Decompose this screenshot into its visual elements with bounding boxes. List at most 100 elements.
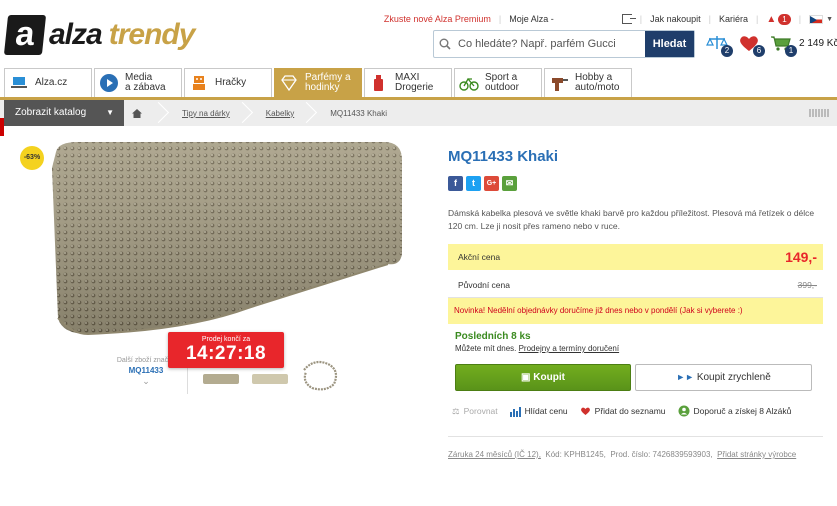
diamond-icon — [281, 75, 297, 92]
compare-count: 2 — [721, 45, 733, 57]
maker-page-link[interactable]: Přidat stránky výrobce — [717, 450, 796, 459]
buy-button[interactable]: ▣ Koupit — [455, 364, 631, 391]
drill-icon — [552, 78, 568, 91]
sale-countdown: Prodej končí za 14:27:18 — [168, 332, 284, 368]
add-to-list-label: Přidat do seznamu — [594, 406, 666, 416]
search-input[interactable] — [456, 31, 645, 57]
facebook-icon[interactable]: f — [448, 176, 463, 191]
product-meta: Záruka 24 měsíců (IČ 12), Kód: KPHB1245,… — [448, 449, 828, 460]
double-arrow-icon: ►► — [676, 372, 695, 382]
breadcrumb-gift-tips[interactable]: Tipy na dárky — [160, 100, 244, 126]
chart-icon — [509, 406, 521, 417]
twitter-icon[interactable]: t — [466, 176, 481, 191]
home-icon[interactable] — [124, 100, 160, 126]
logo-trendy-text: trendy — [108, 18, 196, 51]
product-title: MQ11433 Khaki — [448, 148, 559, 165]
tab-toys[interactable]: Hračky — [184, 68, 272, 97]
action-price-value: 149,- — [785, 249, 817, 265]
product-image[interactable] — [48, 138, 404, 338]
tab-label: Sport a outdoor — [485, 72, 519, 93]
search-icon — [434, 31, 456, 57]
chevron-down-icon: ▼ — [826, 15, 833, 23]
chevron-down-icon: ▼ — [106, 108, 114, 117]
original-price-label: Původní cena — [458, 279, 510, 290]
career-link[interactable]: Kariéra — [719, 14, 748, 24]
divider — [448, 436, 823, 437]
show-catalog-button[interactable]: Zobrazit katalog ▼ — [4, 100, 124, 126]
czech-flag-icon — [809, 14, 824, 24]
warranty-link[interactable]: Záruka 24 měsíců (IČ 12), — [448, 450, 541, 459]
product-description: Dámská kabelka plesová ve světle khaki b… — [448, 208, 815, 231]
basket-icon: ▣ — [521, 372, 531, 383]
breadcrumb: Tipy na dárky Kabelky MQ11433 Khaki — [124, 100, 401, 126]
stores-delivery-link[interactable]: Prodejny a termíny doručení — [519, 344, 620, 353]
tab-drugstore[interactable]: MAXI Drogerie — [364, 68, 452, 97]
original-price-value: 399,- — [797, 279, 817, 290]
heart-icon — [580, 407, 590, 415]
tab-media[interactable]: Media a zábava — [94, 68, 182, 97]
bottle-icon — [374, 75, 383, 91]
fast-buy-label: Koupit zrychleně — [696, 372, 771, 383]
google-plus-icon[interactable]: G+ — [484, 176, 499, 191]
cart-button[interactable]: 1 — [770, 34, 797, 57]
my-alza-link[interactable]: Moje Alza - — [509, 14, 554, 24]
play-icon — [100, 74, 118, 92]
tab-sport[interactable]: Sport a outdoor — [454, 68, 542, 97]
breadcrumb-current: MQ11433 Khaki — [330, 108, 387, 118]
fast-buy-button[interactable]: ►► Koupit zrychleně — [635, 364, 812, 391]
watch-price-label: Hlídat cenu — [524, 406, 568, 416]
favorites-count: 6 — [753, 45, 765, 57]
language-select[interactable]: ▼ — [809, 14, 833, 24]
original-price-row: Původní cena 399,- — [448, 272, 823, 298]
buy-label: Koupit — [533, 372, 565, 383]
category-tabs: Alza.cz Media a zábava Hračky Parfémy a … — [4, 68, 634, 97]
logo-mark: a — [3, 15, 47, 55]
stock-info: Můžete mít dnes. Prodejny a termíny doru… — [455, 344, 619, 353]
breadcrumb-bar: Zobrazit katalog ▼ Tipy na dárky Kabelky… — [0, 100, 837, 126]
recommend-action[interactable]: Doporuč a získej 8 Alzáků — [678, 405, 791, 417]
how-to-shop-link[interactable]: Jak nakoupit — [650, 14, 701, 24]
action-price-label: Akční cena — [458, 252, 501, 262]
countdown-label: Prodej končí za — [201, 336, 251, 343]
add-to-list-action[interactable]: Přidat do seznamu — [580, 406, 666, 416]
compare-button[interactable]: 2 — [706, 34, 733, 57]
product-actions: ⚖ Porovnat Hlídat cenu Přidat do seznamu… — [452, 405, 803, 417]
person-icon — [678, 405, 690, 417]
separator: | — [639, 14, 643, 24]
breadcrumb-handbags[interactable]: Kabelky — [244, 100, 308, 126]
discount-badge: -63% — [20, 146, 44, 170]
tab-alza[interactable]: Alza.cz — [4, 68, 92, 97]
separator: | — [498, 14, 502, 24]
logout-icon[interactable] — [621, 14, 636, 24]
scale-icon: ⚖ — [452, 405, 460, 416]
laptop-icon — [11, 77, 27, 88]
product-code: Kód: KPHB1245, — [545, 450, 606, 459]
notifications[interactable]: ▲ 1 — [766, 13, 791, 25]
separator: | — [708, 14, 711, 24]
cart-total[interactable]: 2 149 Kč — [799, 38, 837, 49]
premium-link[interactable]: Zkuste nové Alza Premium — [384, 14, 491, 24]
separator: | — [756, 14, 759, 24]
share-buttons: f t G+ ✉ — [448, 176, 520, 191]
bicycle-icon — [459, 77, 479, 91]
side-tab[interactable] — [0, 118, 4, 136]
logo-alza-text: alza — [49, 18, 103, 51]
email-icon[interactable]: ✉ — [502, 176, 517, 191]
stock-text: Můžete mít dnes. — [455, 344, 517, 353]
compare-action[interactable]: ⚖ Porovnat — [452, 406, 498, 417]
catalog-label: Zobrazit katalog — [15, 107, 87, 118]
tab-label: Alza.cz — [35, 77, 68, 88]
chevron-down-icon: ⌄ — [142, 376, 150, 386]
top-links: Zkuste nové Alza Premium | Moje Alza - |… — [376, 12, 837, 26]
tab-label: Parfémy a hodinky — [305, 72, 351, 93]
tab-perfumes[interactable]: Parfémy a hodinky — [274, 68, 362, 97]
tab-label: MAXI Drogerie — [395, 72, 434, 93]
watch-price-action[interactable]: Hlídat cenu — [509, 406, 568, 417]
tab-label: Media a zábava — [125, 72, 166, 93]
tab-hobby[interactable]: Hobby a auto/moto — [544, 68, 632, 97]
search-button[interactable]: Hledat — [645, 31, 694, 57]
print-icon[interactable] — [809, 109, 829, 117]
thumbnail-3[interactable] — [298, 354, 344, 394]
alza-logo[interactable]: a alza trendy — [3, 14, 196, 56]
favorites-button[interactable]: 6 — [738, 34, 765, 57]
